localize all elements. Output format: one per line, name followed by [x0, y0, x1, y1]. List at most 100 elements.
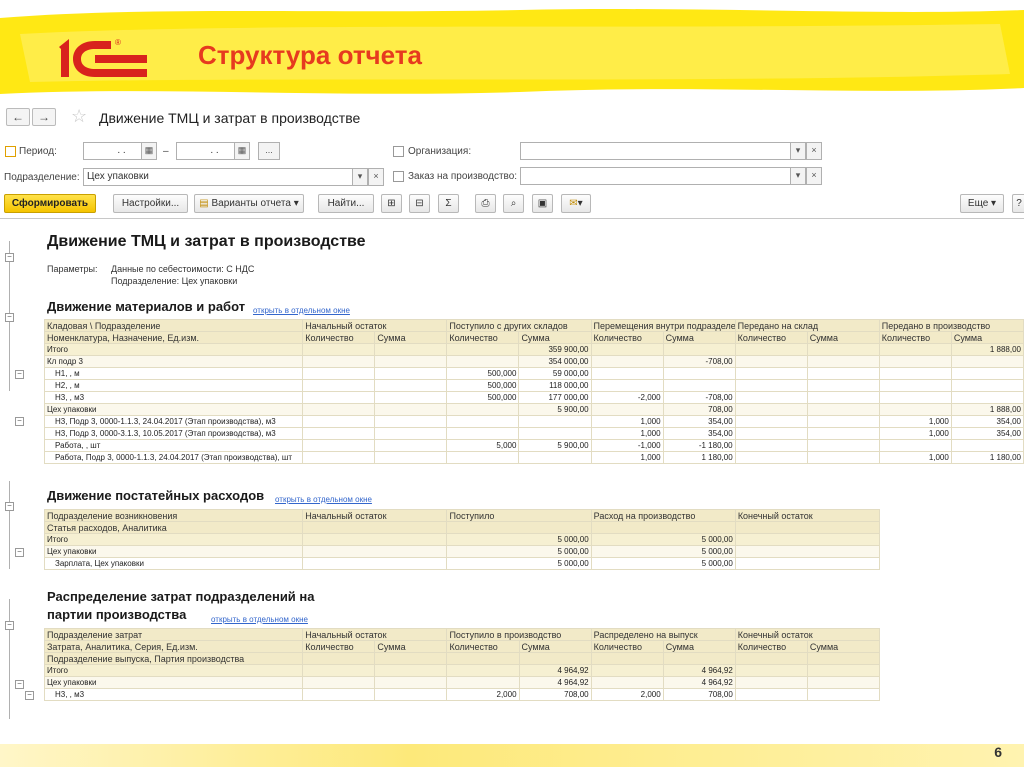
- more-label: Еще: [967, 198, 989, 209]
- table-cell: [446, 343, 520, 356]
- table-cell: Количество: [878, 331, 952, 344]
- more-button[interactable]: Еще ▾: [960, 194, 1004, 213]
- print-icon[interactable]: ⎙: [475, 194, 496, 213]
- table-row: Н3, , м3 500,000 177 000,00 -2,000 -708,00: [43, 391, 1024, 404]
- table-cell: [590, 664, 664, 677]
- collapse-icon[interactable]: −: [15, 370, 24, 379]
- table-cell: [734, 403, 808, 416]
- open-window-link[interactable]: открыть в отдельном окне: [275, 495, 372, 504]
- dropdown-arrow-icon[interactable]: ▾: [790, 142, 806, 160]
- table-cell: Итого: [43, 664, 304, 677]
- table-cell: Передано на склад: [734, 319, 880, 332]
- table-cell: [734, 427, 808, 440]
- table-cell: 1 888,00: [950, 343, 1024, 356]
- table-cell: -708,00: [662, 391, 736, 404]
- mail-icon[interactable]: ✉▾: [561, 194, 591, 213]
- table-cell: [734, 676, 808, 689]
- collapse-all-icon[interactable]: ⊟: [409, 194, 430, 213]
- forward-button[interactable]: →: [32, 108, 56, 126]
- table-cell: 500,000: [446, 391, 520, 404]
- clear-icon[interactable]: ×: [368, 168, 384, 186]
- table-cell: 5 900,00: [518, 439, 592, 452]
- svg-text:®: ®: [115, 38, 121, 47]
- collapse-icon[interactable]: −: [15, 680, 24, 689]
- table-cell: Передано в производство: [878, 319, 1024, 332]
- table-cell: [878, 439, 952, 452]
- expand-all-icon[interactable]: ⊞: [381, 194, 402, 213]
- table-cell: [302, 427, 376, 440]
- clear-icon[interactable]: ×: [806, 142, 822, 160]
- expenses-table: Подразделение возникновения Начальный ост…: [43, 509, 881, 570]
- order-checkbox[interactable]: [393, 171, 404, 182]
- collapse-icon[interactable]: −: [5, 253, 14, 262]
- table-cell: Н3, Подр 3, 0000-3.1.3, 10.05.2017 (Этап…: [43, 427, 304, 440]
- settings-button[interactable]: Настройки...: [113, 194, 188, 213]
- table-cell: [806, 451, 880, 464]
- table-cell: [806, 367, 880, 380]
- table-cell: [446, 415, 520, 428]
- favorite-star-icon[interactable]: ☆: [71, 106, 87, 127]
- table-cell: Начальный остаток: [302, 628, 448, 641]
- table-cell: [878, 403, 952, 416]
- table-row: Цех упаковки 5 000,00 5 000,00: [43, 545, 881, 558]
- dropdown-arrow-icon[interactable]: ▾: [790, 167, 806, 185]
- table-row: Н3, Подр 3, 0000-3.1.3, 10.05.2017 (Этап…: [43, 427, 1024, 440]
- table-cell: 708,00: [518, 688, 592, 701]
- save-icon[interactable]: ▣: [532, 194, 553, 213]
- header-row: Подразделение возникновения Начальный ост…: [43, 509, 881, 522]
- table-cell: Сумма: [518, 331, 592, 344]
- calendar-icon[interactable]: ▦: [234, 142, 250, 160]
- find-button[interactable]: Найти...: [318, 194, 374, 213]
- table-cell: [734, 415, 808, 428]
- collapse-icon[interactable]: −: [15, 417, 24, 426]
- table-cell: Сумма: [662, 640, 736, 653]
- organization-field[interactable]: [520, 142, 806, 160]
- period-select-button[interactable]: ...: [258, 142, 280, 160]
- collapse-icon[interactable]: −: [5, 621, 14, 630]
- table-cell: Сумма: [374, 331, 448, 344]
- organization-checkbox[interactable]: [393, 146, 404, 157]
- page-number: 6: [994, 744, 1002, 760]
- table-cell: [302, 545, 448, 558]
- generate-button[interactable]: Сформировать: [4, 194, 96, 213]
- table-cell: 1,000: [878, 415, 952, 428]
- table-cell: Количество: [734, 331, 808, 344]
- back-button[interactable]: ←: [6, 108, 30, 126]
- table-cell: Поступило: [446, 509, 592, 522]
- open-window-link[interactable]: открыть в отдельном окне: [253, 306, 350, 315]
- table-cell: 354 000,00: [518, 355, 592, 368]
- table-cell: Зарплата, Цех упаковки: [43, 557, 304, 570]
- order-field[interactable]: [520, 167, 806, 185]
- table-cell: Поступило в производство: [446, 628, 592, 641]
- collapse-icon[interactable]: −: [25, 691, 34, 700]
- sum-icon[interactable]: Σ: [438, 194, 459, 213]
- group-line: [9, 599, 10, 719]
- table-cell: [806, 343, 880, 356]
- table-cell: [446, 652, 520, 665]
- open-window-link[interactable]: открыть в отдельном окне: [211, 615, 308, 624]
- table-cell: [950, 355, 1024, 368]
- table-cell: 500,000: [446, 379, 520, 392]
- collapse-icon[interactable]: −: [5, 502, 14, 511]
- collapse-icon[interactable]: −: [5, 313, 14, 322]
- table-cell: [734, 439, 808, 452]
- table-cell: [590, 379, 664, 392]
- table-cell: [878, 367, 952, 380]
- table-cell: [446, 664, 520, 677]
- preview-icon[interactable]: ⌕: [503, 194, 524, 213]
- table-cell: [518, 652, 592, 665]
- table-cell: [374, 676, 448, 689]
- clear-icon[interactable]: ×: [806, 167, 822, 185]
- table-cell: Сумма: [950, 331, 1024, 344]
- dropdown-arrow-icon[interactable]: ▾: [352, 168, 368, 186]
- period-label: Период:: [19, 146, 57, 157]
- period-checkbox[interactable]: [5, 146, 16, 157]
- table-row: Зарплата, Цех упаковки 5 000,00 5 000,00: [43, 557, 881, 570]
- variants-button[interactable]: ▤ Варианты отчета ▾: [194, 194, 304, 213]
- yellow-highlight-band: [0, 9, 1024, 95]
- calendar-icon[interactable]: ▦: [141, 142, 157, 160]
- collapse-icon[interactable]: −: [15, 548, 24, 557]
- department-field[interactable]: Цех упаковки: [83, 168, 368, 186]
- help-icon[interactable]: ?: [1012, 194, 1024, 213]
- table-cell: [590, 367, 664, 380]
